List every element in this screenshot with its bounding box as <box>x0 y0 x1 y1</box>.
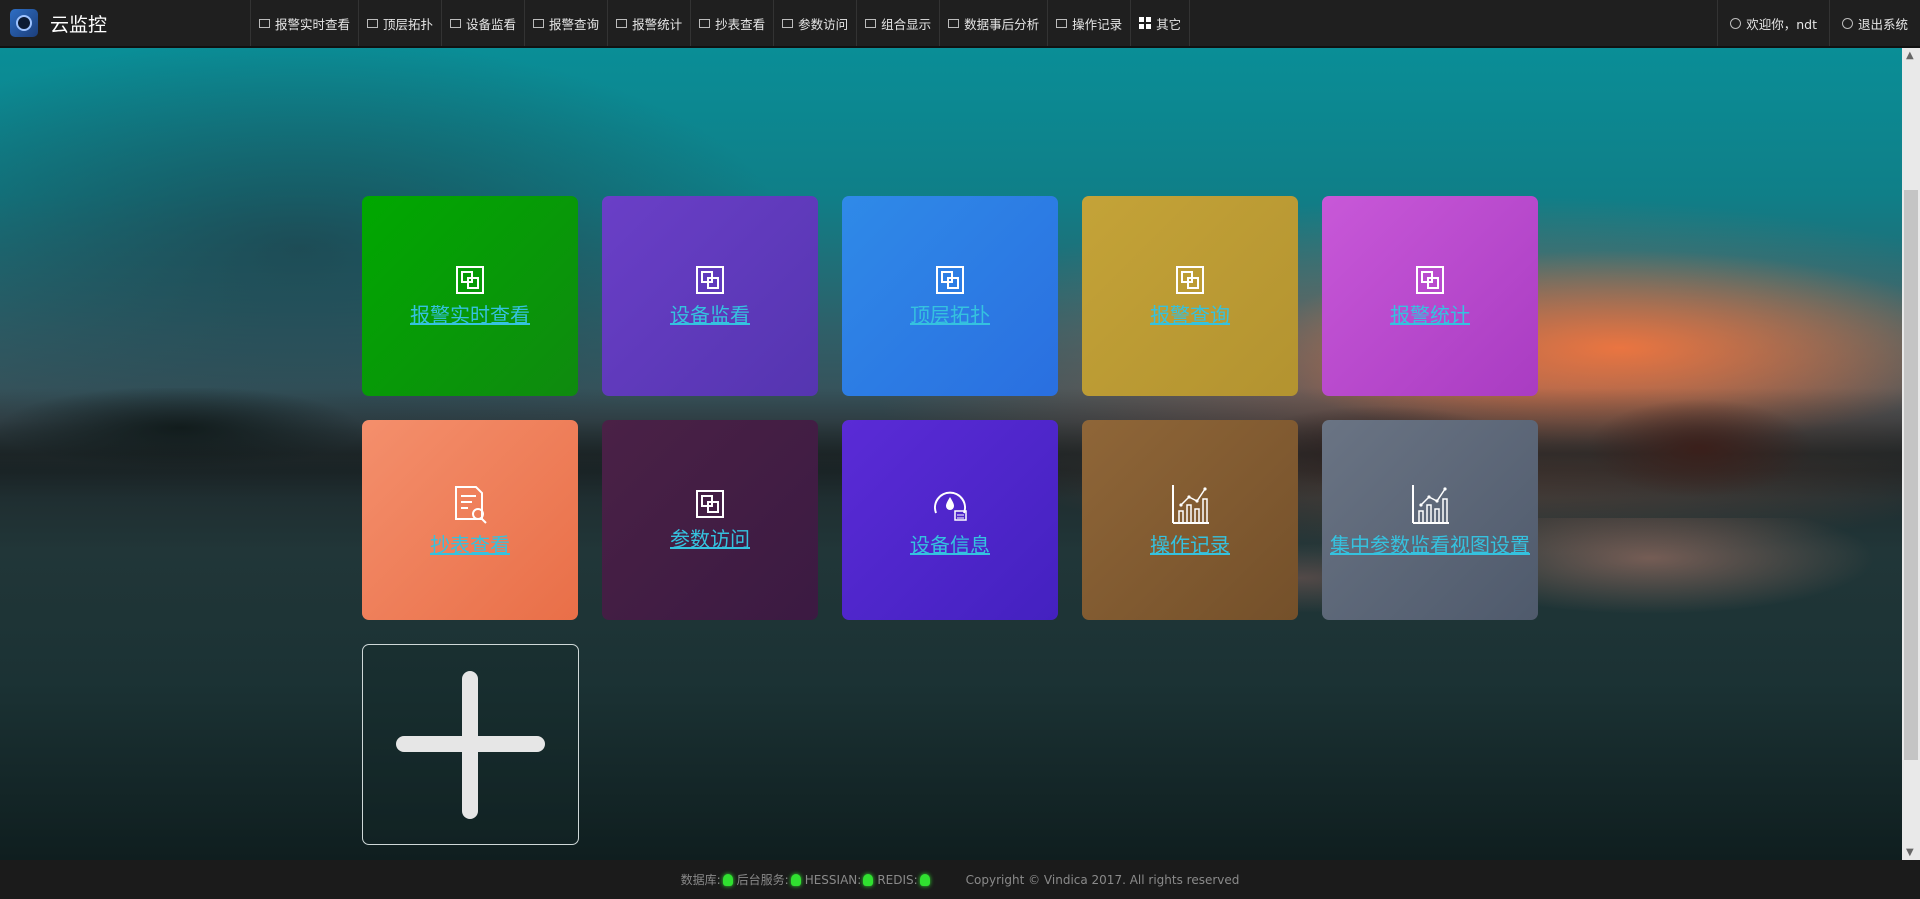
window-icon <box>935 265 965 295</box>
nav-label: 参数访问 <box>798 16 849 32</box>
list-icon <box>450 18 462 28</box>
user-nav: 欢迎你，ndt 退出系统 <box>1717 0 1920 46</box>
grid-icon <box>865 18 877 28</box>
bulb-icon <box>863 873 874 886</box>
monitor-icon <box>259 18 270 28</box>
tile-label[interactable]: 报警查询 <box>1150 299 1230 328</box>
list-icon <box>1056 18 1068 28</box>
tile-param-view-settings[interactable]: 集中参数监看视图设置 <box>1322 420 1538 620</box>
app-logo-icon <box>10 9 38 37</box>
window-icon <box>695 489 725 519</box>
tile-label[interactable]: 抄表查看 <box>430 529 510 558</box>
bar-chart-icon <box>948 18 960 28</box>
nav-label: 报警查询 <box>549 16 600 32</box>
bulb-icon <box>790 873 801 886</box>
table-icon <box>699 18 711 28</box>
status-label: 后台服务: <box>736 873 789 887</box>
nav-label: 其它 <box>1156 16 1182 32</box>
line-chart-icon <box>616 18 628 28</box>
copyright: Copyright © Vindica 2017. All rights res… <box>965 872 1240 887</box>
logout-label: 退出系统 <box>1857 16 1908 32</box>
tile-label[interactable]: 操作记录 <box>1150 529 1230 558</box>
report-search-icon <box>449 483 491 525</box>
brand[interactable]: 云监控 <box>0 0 251 46</box>
scroll-down-icon[interactable]: ▼ <box>1906 847 1914 858</box>
nav-label: 数据事后分析 <box>964 16 1040 32</box>
app-name: 云监控 <box>50 13 108 36</box>
tile-device-info[interactable]: 设备信息 <box>842 420 1058 620</box>
tile-alarm-query[interactable]: 报警查询 <box>1082 196 1298 396</box>
user-icon <box>1730 17 1742 29</box>
nav-param-access[interactable]: 参数访问 <box>774 0 858 46</box>
nav-meter-view[interactable]: 抄表查看 <box>691 0 775 46</box>
tile-label[interactable]: 报警统计 <box>1390 299 1470 328</box>
power-icon <box>1841 17 1853 29</box>
nav-device-monitor[interactable]: 设备监看 <box>442 0 526 46</box>
tile-top-topology[interactable]: 顶层拓扑 <box>842 196 1058 396</box>
window-icon <box>1175 265 1205 295</box>
nav-label: 操作记录 <box>1072 16 1123 32</box>
nav-data-analysis[interactable]: 数据事后分析 <box>940 0 1049 46</box>
status-db: 数据库: <box>681 871 733 888</box>
status-label: HESSIAN: <box>804 872 862 887</box>
tile-label[interactable]: 设备信息 <box>910 529 990 558</box>
window-icon <box>455 265 485 295</box>
nav-alarm-stats[interactable]: 报警统计 <box>608 0 692 46</box>
nav-label: 抄表查看 <box>715 16 766 32</box>
nav-label: 报警统计 <box>632 16 683 32</box>
tile-meter-view[interactable]: 抄表查看 <box>362 420 578 620</box>
nav-label: 报警实时查看 <box>275 16 351 32</box>
gauge-icon <box>929 483 971 525</box>
nav-label: 设备监看 <box>466 16 517 32</box>
tile-device-monitor[interactable]: 设备监看 <box>602 196 818 396</box>
nav-alarm-realtime[interactable]: 报警实时查看 <box>251 0 360 46</box>
nav-label: 顶层拓扑 <box>383 16 434 32</box>
tile-label[interactable]: 顶层拓扑 <box>910 299 990 328</box>
nav-label: 组合显示 <box>881 16 932 32</box>
bar-chart-icon <box>1409 483 1451 525</box>
add-tile-button[interactable] <box>362 644 579 845</box>
status-hessian: HESSIAN: <box>805 873 874 887</box>
plus-icon-bar <box>396 736 545 752</box>
logout-button[interactable]: 退出系统 <box>1828 0 1920 46</box>
scroll-up-icon[interactable]: ▲ <box>1906 50 1914 61</box>
top-navbar: 云监控 报警实时查看 顶层拓扑 设备监看 报警查询 报警统计 抄表查看 参数访问… <box>0 0 1920 48</box>
main-nav: 报警实时查看 顶层拓扑 设备监看 报警查询 报警统计 抄表查看 参数访问 组合显… <box>251 0 1191 46</box>
welcome-text: 欢迎你，ndt <box>1746 16 1817 32</box>
tile-label[interactable]: 设备监看 <box>670 299 750 328</box>
tile-alarm-realtime[interactable]: 报警实时查看 <box>362 196 578 396</box>
scrollbar-thumb[interactable] <box>1904 190 1918 760</box>
nav-combined-display[interactable]: 组合显示 <box>857 0 941 46</box>
footer: 数据库: 后台服务: HESSIAN: REDIS: Copyright © V… <box>0 860 1920 899</box>
bulb-icon <box>722 873 733 886</box>
nav-other[interactable]: 其它 <box>1131 0 1191 46</box>
speaker-icon <box>533 18 545 28</box>
window-icon <box>695 265 725 295</box>
nav-alarm-query[interactable]: 报警查询 <box>525 0 609 46</box>
keyboard-icon <box>782 18 794 28</box>
tile-alarm-stats[interactable]: 报警统计 <box>1322 196 1538 396</box>
tile-label[interactable]: 报警实时查看 <box>410 299 530 328</box>
nav-operation-log[interactable]: 操作记录 <box>1048 0 1132 46</box>
apps-icon <box>1139 17 1152 29</box>
status-label: REDIS: <box>877 872 918 887</box>
tile-label[interactable]: 集中参数监看视图设置 <box>1330 529 1530 558</box>
list-icon <box>367 18 379 28</box>
tile-operation-log[interactable]: 操作记录 <box>1082 420 1298 620</box>
window-icon <box>1415 265 1445 295</box>
status-redis: REDIS: <box>877 872 930 887</box>
welcome-user[interactable]: 欢迎你，ndt <box>1717 0 1829 46</box>
page-scrollbar[interactable]: ▲ ▼ <box>1902 48 1920 860</box>
tile-param-access[interactable]: 参数访问 <box>602 420 818 620</box>
status-backend: 后台服务: <box>737 871 801 888</box>
bar-chart-icon <box>1169 483 1211 525</box>
tile-label[interactable]: 参数访问 <box>670 523 750 552</box>
nav-top-topology[interactable]: 顶层拓扑 <box>359 0 443 46</box>
status-label: 数据库: <box>680 873 721 887</box>
bulb-icon <box>919 873 930 886</box>
